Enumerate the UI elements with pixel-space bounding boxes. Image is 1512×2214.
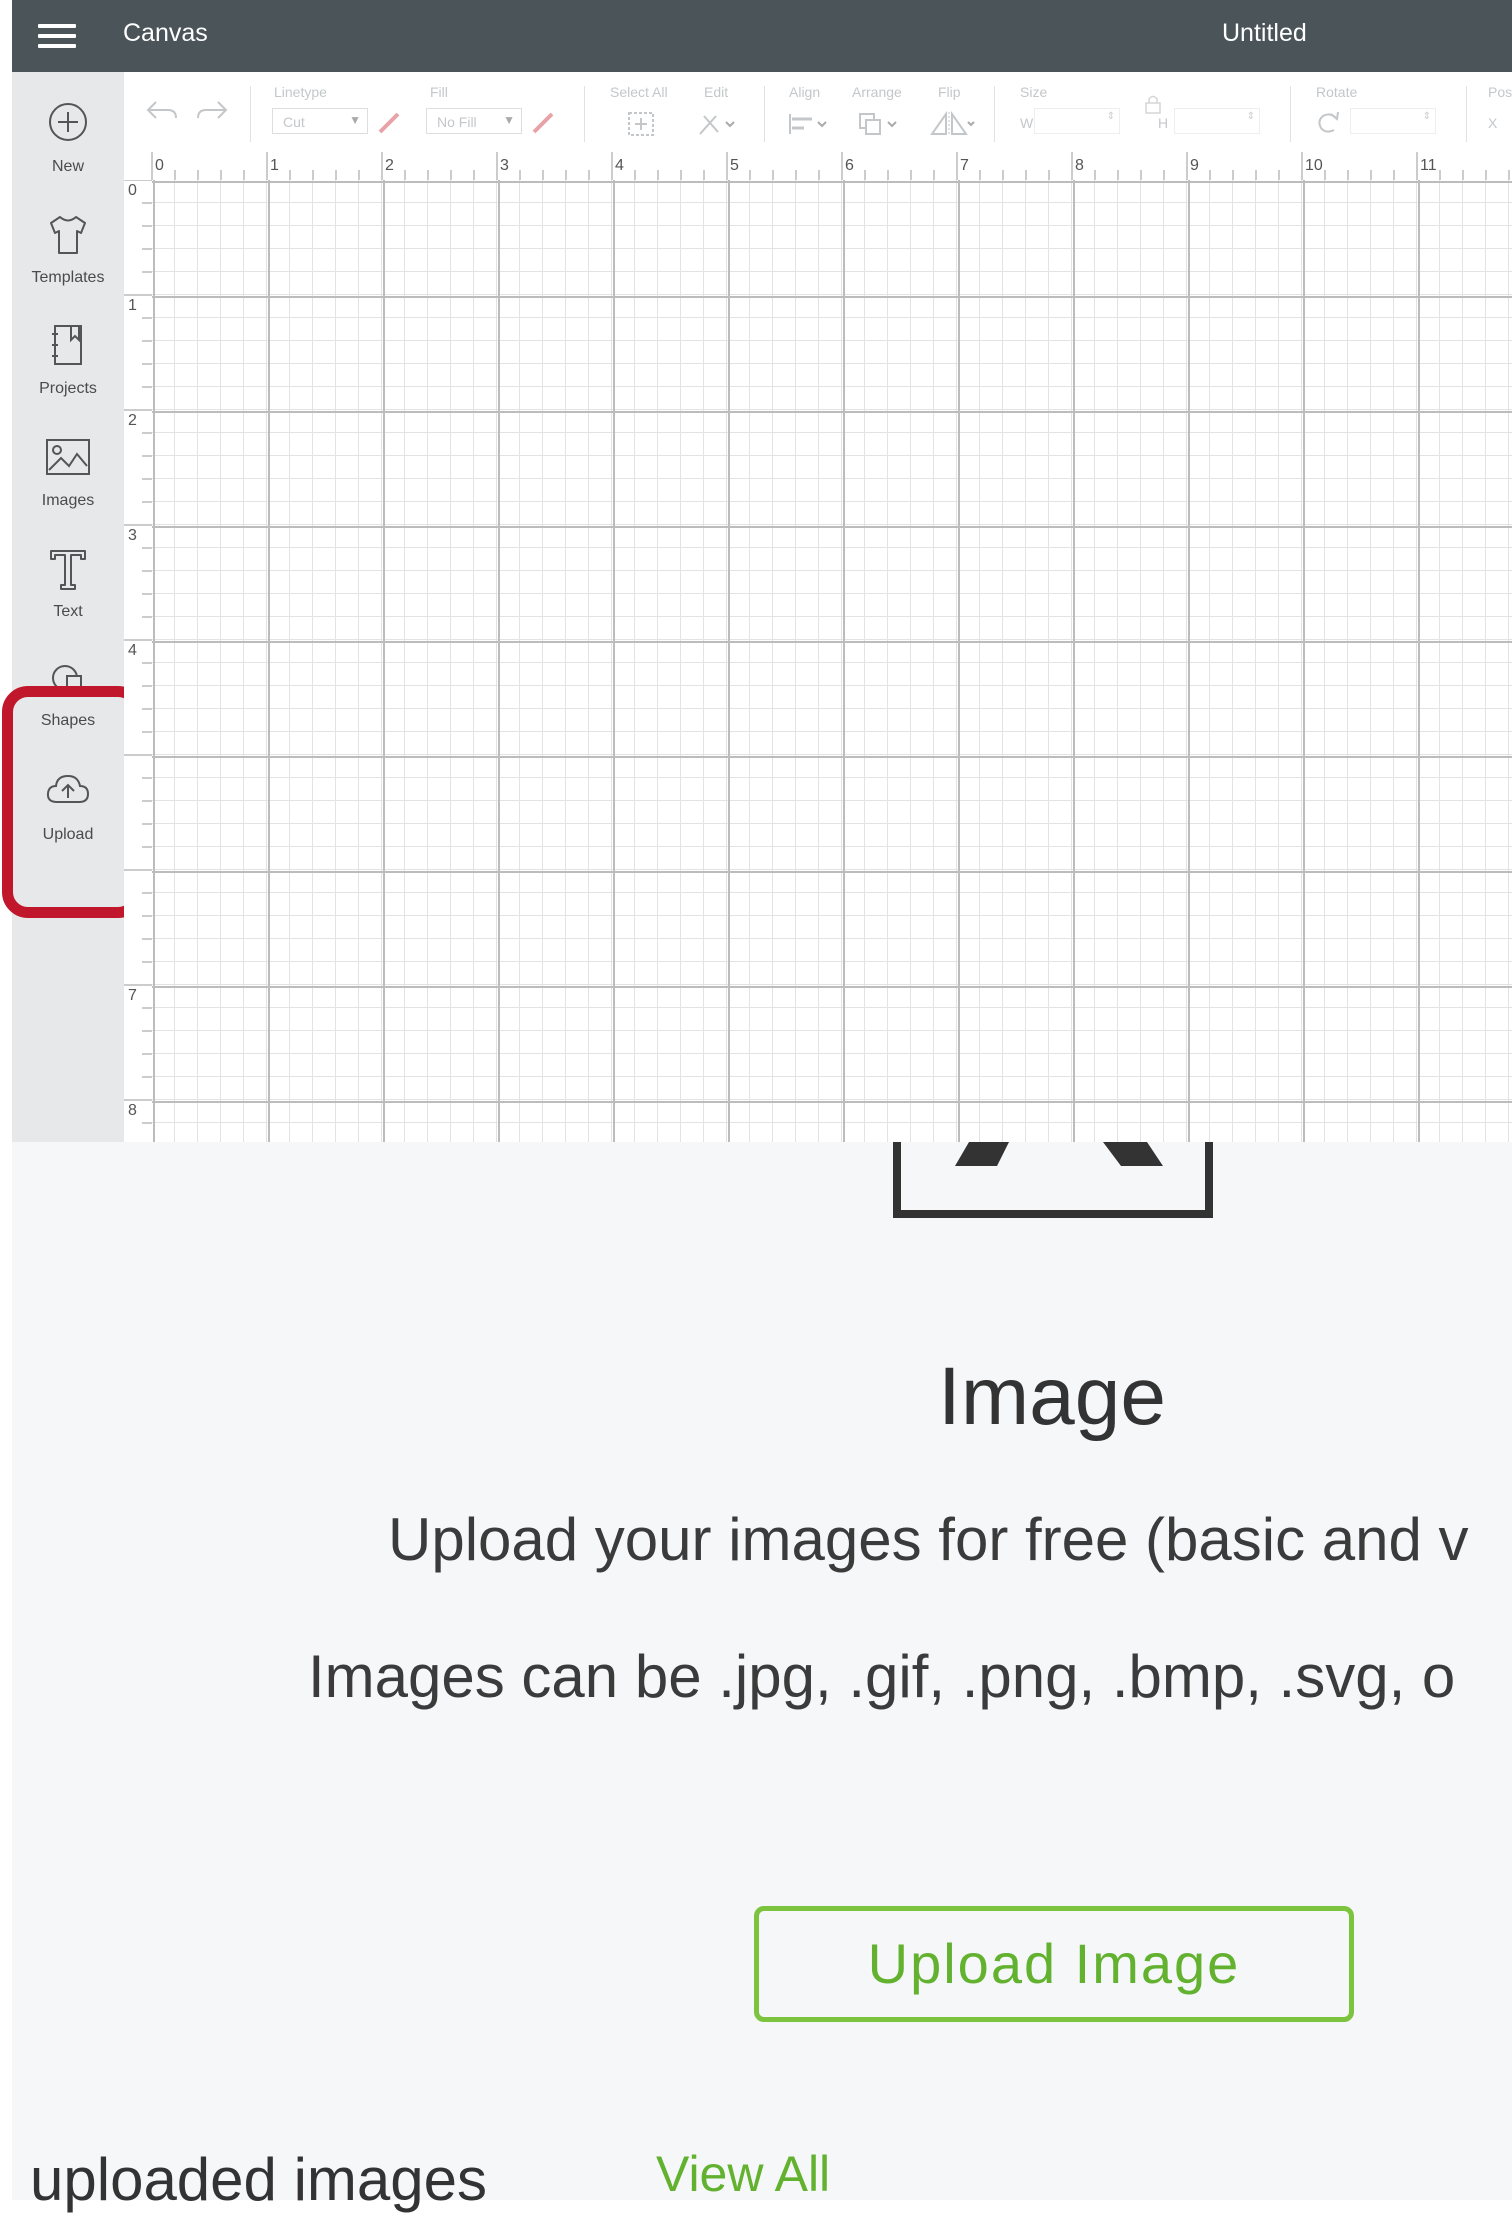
ruler-number: 7 — [960, 157, 969, 174]
left-sidebar: New Templates Projects Images Text Shape… — [12, 72, 124, 1142]
document-title[interactable]: Untitled — [1222, 19, 1307, 48]
ruler-number: 2 — [128, 412, 137, 429]
linetype-select[interactable]: Cut ▼ — [272, 108, 368, 134]
sidebar-item-label: Templates — [31, 269, 105, 286]
recently-uploaded-heading: uploaded images — [30, 2146, 488, 2213]
sidebar-item-label: New — [51, 158, 84, 175]
sidebar-item-label: Images — [41, 492, 95, 509]
plus-circle-icon — [49, 103, 87, 141]
fill-label: Fill — [430, 84, 448, 100]
upload-image-icon — [893, 1142, 1213, 1218]
ruler-number: 5 — [730, 157, 739, 174]
sidebar-item-text[interactable]: Text — [12, 543, 124, 653]
horizontal-ruler — [124, 152, 1512, 181]
upload-description: Upload your images for free (basic and v — [388, 1506, 1469, 1573]
arrange-icon[interactable] — [856, 110, 900, 138]
separator — [1466, 86, 1467, 142]
ruler-number: 1 — [128, 297, 137, 314]
separator — [1290, 86, 1291, 142]
ruler-number: 10 — [1305, 157, 1323, 174]
chevron-down-icon: ▼ — [503, 113, 515, 127]
ruler-number: 2 — [385, 157, 394, 174]
image-icon — [46, 439, 90, 475]
ruler-number: 9 — [1190, 157, 1199, 174]
fill-value: No Fill — [437, 114, 477, 130]
ruler-number: 0 — [155, 157, 164, 174]
ruler-number: 4 — [615, 157, 624, 174]
ruler-ticks — [151, 152, 1510, 180]
linetype-value: Cut — [283, 114, 305, 130]
ruler-number: 0 — [128, 182, 137, 199]
design-canvas-grid[interactable] — [152, 180, 1512, 1142]
rotate-input[interactable]: ⇕ — [1350, 108, 1436, 134]
align-label: Align — [789, 84, 821, 100]
stepper-icon[interactable]: ⇕ — [1107, 111, 1115, 122]
separator — [250, 86, 251, 142]
sidebar-item-images[interactable]: Images — [12, 432, 124, 542]
upload-panel-heading: Image — [938, 1351, 1166, 1442]
rotate-icon[interactable] — [1314, 110, 1344, 136]
edit-label: Edit — [704, 84, 729, 100]
sidebar-item-label: Projects — [39, 380, 97, 397]
sidebar-item-new[interactable]: New — [12, 98, 124, 208]
align-icon[interactable] — [786, 110, 830, 138]
x-label: X — [1488, 115, 1498, 131]
height-label: H — [1158, 115, 1169, 131]
book-icon — [52, 325, 82, 365]
sidebar-item-label: Text — [53, 603, 83, 620]
app-title: Canvas — [123, 19, 208, 47]
sidebar-item-templates[interactable]: Templates — [12, 209, 124, 319]
separator — [584, 86, 585, 142]
flip-icon[interactable] — [928, 110, 976, 138]
tshirt-icon — [50, 216, 86, 254]
width-input[interactable]: ⇕ — [1034, 108, 1120, 134]
rotate-label: Rotate — [1316, 84, 1358, 100]
position-label: Pos — [1488, 84, 1512, 100]
ruler-number: 1 — [270, 157, 279, 174]
ruler-number: 6 — [845, 157, 854, 174]
separator — [994, 86, 995, 142]
arrange-label: Arrange — [852, 84, 902, 100]
size-label: Size — [1020, 84, 1048, 100]
upload-highlight-box — [2, 686, 144, 918]
view-all-link[interactable]: View All — [656, 2145, 830, 2203]
ruler-number: 3 — [500, 157, 509, 174]
lock-icon[interactable] — [1142, 94, 1164, 114]
upload-image-button[interactable]: Upload Image — [754, 1906, 1354, 2022]
chevron-down-icon: ▼ — [349, 113, 361, 127]
sidebar-item-projects[interactable]: Projects — [12, 320, 124, 430]
ruler-number: 8 — [128, 1102, 137, 1119]
hamburger-menu-icon[interactable] — [36, 18, 82, 54]
select-all-label: Select All — [610, 84, 668, 100]
fill-select[interactable]: No Fill ▼ — [426, 108, 522, 134]
height-input[interactable]: ⇕ — [1174, 108, 1260, 134]
flip-label: Flip — [938, 84, 961, 100]
stepper-icon[interactable]: ⇕ — [1247, 111, 1255, 122]
ruler-number: 7 — [128, 987, 137, 1004]
edit-icon[interactable] — [696, 110, 740, 138]
select-all-icon[interactable] — [626, 110, 656, 138]
undo-icon[interactable] — [144, 96, 180, 126]
ruler-number: 8 — [1075, 157, 1084, 174]
linetype-label: Linetype — [274, 84, 327, 100]
linetype-color-icon[interactable] — [376, 110, 404, 136]
toolbar: Linetype Cut ▼ Fill No Fill ▼ Select All… — [124, 72, 1512, 153]
separator — [764, 86, 765, 142]
supported-formats-text: Images can be .jpg, .gif, .png, .bmp, .s… — [308, 1643, 1456, 1710]
ruler-number: 3 — [128, 527, 137, 544]
ruler-number: 4 — [128, 642, 137, 659]
text-t-icon — [50, 550, 86, 590]
fill-color-icon[interactable] — [530, 110, 558, 136]
redo-icon[interactable] — [194, 96, 230, 126]
ruler-number: 11 — [1420, 157, 1437, 174]
width-label: W — [1020, 115, 1034, 131]
stepper-icon[interactable]: ⇕ — [1423, 111, 1431, 122]
